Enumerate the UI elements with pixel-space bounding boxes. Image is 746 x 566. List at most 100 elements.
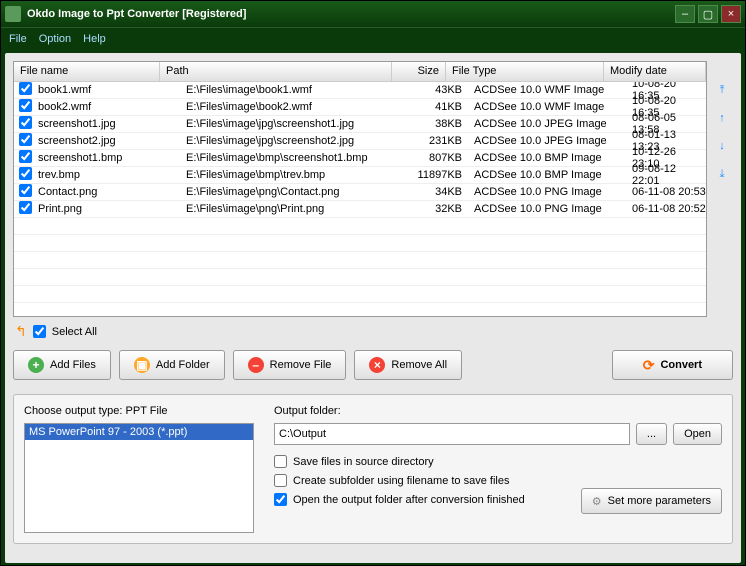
cell-date: 09-08-12 22:01 [626,163,706,187]
window-controls: – ▢ × [675,5,741,23]
choose-type-row: Choose output type: PPT File [24,405,254,417]
table-row[interactable]: Print.pngE:\Files\image\png\Print.png32K… [14,201,706,218]
cell-size: 807KB [414,152,468,164]
menu-option[interactable]: Option [39,33,71,45]
remove-file-button[interactable]: – Remove File [233,350,347,380]
table-row[interactable]: screenshot2.jpgE:\Files\image\jpg\screen… [14,133,706,150]
row-checkbox[interactable] [19,167,32,180]
save-in-source-checkbox[interactable] [274,455,287,468]
cell-type: ACDSee 10.0 WMF Image [468,101,626,113]
file-table: File name Path Size File Type Modify dat… [13,61,707,317]
cell-type: ACDSee 10.0 PNG Image [468,203,626,215]
minimize-button[interactable]: – [675,5,695,23]
cell-size: 11897KB [414,169,468,181]
cell-path: E:\Files\image\bmp\trev.bmp [182,169,414,181]
cell-date: 06-11-08 20:53 [626,186,706,198]
remove-all-button[interactable]: × Remove All [354,350,462,380]
open-folder-button[interactable]: Open [673,423,722,445]
output-panel: Choose output type: PPT File MS PowerPoi… [13,394,733,544]
row-checkbox[interactable] [19,201,32,214]
move-top-button[interactable]: ⤒ [713,81,731,99]
table-row[interactable]: Contact.pngE:\Files\image\png\Contact.pn… [14,184,706,201]
col-size[interactable]: Size [392,62,446,81]
gear-icon: ⚙ [592,495,602,508]
type-value: PPT File [126,405,168,417]
cell-path: E:\Files\image\book2.wmf [182,101,414,113]
set-params-button[interactable]: ⚙ Set more parameters [581,488,722,514]
menu-file[interactable]: File [9,33,27,45]
col-filename[interactable]: File name [14,62,160,81]
cell-filename: Print.png [36,203,182,215]
save-in-source-row: Save files in source directory [274,455,722,468]
menubar: File Option Help [1,27,745,49]
create-subfolder-checkbox[interactable] [274,474,287,487]
table-header: File name Path Size File Type Modify dat… [14,62,706,82]
convert-icon: ⟳ [643,357,655,374]
cell-filename: Contact.png [36,186,182,198]
minus-icon: – [248,357,264,373]
browse-button[interactable]: ... [636,423,667,445]
row-checkbox[interactable] [19,133,32,146]
up-level-icon[interactable]: ↰ [15,323,27,340]
cell-size: 32KB [414,203,468,215]
cell-filename: screenshot1.bmp [36,152,182,164]
maximize-button[interactable]: ▢ [698,5,718,23]
convert-label: Convert [660,359,702,371]
select-all-checkbox[interactable] [33,325,46,338]
cell-type: ACDSee 10.0 PNG Image [468,186,626,198]
move-bottom-button[interactable]: ⤓ [713,165,731,183]
row-checkbox[interactable] [19,99,32,112]
table-row[interactable]: book2.wmfE:\Files\image\book2.wmf41KBACD… [14,99,706,116]
cell-type: ACDSee 10.0 WMF Image [468,84,626,96]
output-folder-input[interactable] [274,423,630,445]
table-row[interactable]: trev.bmpE:\Files\image\bmp\trev.bmp11897… [14,167,706,184]
convert-button[interactable]: ⟳ Convert [612,350,733,380]
move-up-button[interactable]: ↑ [713,109,731,127]
table-row-empty [14,252,706,269]
cell-size: 41KB [414,101,468,113]
cell-type: ACDSee 10.0 BMP Image [468,152,626,164]
titlebar: Okdo Image to Ppt Converter [Registered]… [1,1,745,27]
add-files-button[interactable]: + Add Files [13,350,111,380]
cell-filename: screenshot2.jpg [36,135,182,147]
table-row[interactable]: screenshot1.jpgE:\Files\image\jpg\screen… [14,116,706,133]
plus-icon: + [28,357,44,373]
close-button[interactable]: × [721,5,741,23]
output-type-list[interactable]: MS PowerPoint 97 - 2003 (*.ppt) [24,423,254,533]
cell-type: ACDSee 10.0 JPEG Image [468,118,626,130]
col-path[interactable]: Path [160,62,392,81]
folder-icon: ▣ [134,357,150,373]
cell-filename: trev.bmp [36,169,182,181]
table-row-empty [14,269,706,286]
content-area: File name Path Size File Type Modify dat… [5,53,741,563]
cell-filename: screenshot1.jpg [36,118,182,130]
col-filetype[interactable]: File Type [446,62,604,81]
add-folder-button[interactable]: ▣ Add Folder [119,350,225,380]
cell-size: 43KB [414,84,468,96]
file-list-area: File name Path Size File Type Modify dat… [13,61,733,317]
move-down-button[interactable]: ↓ [713,137,731,155]
cell-type: ACDSee 10.0 JPEG Image [468,135,626,147]
row-checkbox[interactable] [19,184,32,197]
output-type-column: Choose output type: PPT File MS PowerPoi… [24,405,254,533]
remove-all-label: Remove All [391,359,447,371]
set-params-label: Set more parameters [608,495,711,507]
main-window: Okdo Image to Ppt Converter [Registered]… [0,0,746,566]
menu-help[interactable]: Help [83,33,106,45]
cell-size: 34KB [414,186,468,198]
row-checkbox[interactable] [19,150,32,163]
action-buttons: + Add Files ▣ Add Folder – Remove File ×… [13,346,733,384]
table-row-empty [14,235,706,252]
open-after-checkbox[interactable] [274,493,287,506]
col-modifydate[interactable]: Modify date [604,62,706,81]
reorder-arrows: ⤒ ↑ ↓ ⤓ [711,61,733,317]
window-title: Okdo Image to Ppt Converter [Registered] [27,8,675,20]
table-row[interactable]: screenshot1.bmpE:\Files\image\bmp\screen… [14,150,706,167]
cell-filename: book2.wmf [36,101,182,113]
row-checkbox[interactable] [19,116,32,129]
type-option-ppt[interactable]: MS PowerPoint 97 - 2003 (*.ppt) [25,424,253,440]
row-checkbox[interactable] [19,82,32,95]
table-row[interactable]: book1.wmfE:\Files\image\book1.wmf43KBACD… [14,82,706,99]
choose-type-label: Choose output type: [24,405,122,417]
app-icon [5,6,21,22]
